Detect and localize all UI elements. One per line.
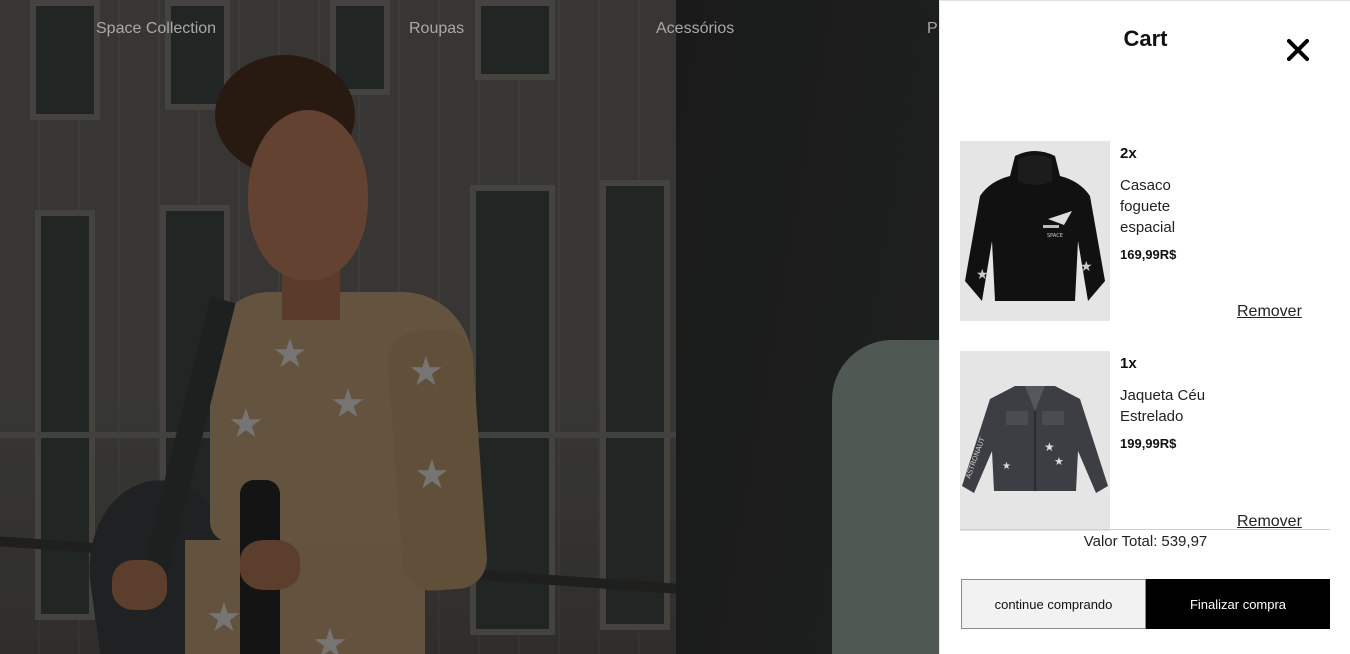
remove-item-button[interactable]: Remover: [1237, 303, 1302, 321]
svg-text:★: ★: [1002, 461, 1011, 472]
continue-shopping-button[interactable]: continue comprando: [961, 579, 1146, 629]
svg-text:★: ★: [976, 267, 989, 283]
jacket-image: ASTRONAUT ★ ★ ★: [962, 386, 1108, 493]
product-image-hoodie[interactable]: SPACE ★ ★: [960, 141, 1110, 321]
cart-item: ASTRONAUT ★ ★ ★ 1x Jaqueta Céu Estrelado…: [960, 351, 1330, 531]
hoodie-print-label: SPACE: [1047, 233, 1063, 239]
total-label: Valor Total:: [1083, 533, 1158, 550]
item-name: Casaco foguete espacial: [1120, 177, 1176, 236]
hoodie-image: SPACE ★ ★: [965, 151, 1105, 301]
cart-item: SPACE ★ ★ 2x Casaco foguete espacial 169…: [960, 141, 1330, 321]
item-quantity: 1x: [1120, 355, 1137, 372]
item-price: 169,99R$: [1120, 247, 1177, 262]
product-image-jacket[interactable]: ASTRONAUT ★ ★ ★: [960, 351, 1110, 531]
nav-link-roupas[interactable]: Roupas: [409, 20, 464, 38]
item-quantity: 2x: [1120, 145, 1137, 162]
cart-total: Valor Total: 539,97: [940, 533, 1350, 550]
svg-text:★: ★: [1080, 259, 1093, 275]
nav-link-partial[interactable]: P: [927, 20, 938, 38]
cart-panel: Cart SPACE ★ ★ 2x Casaco foguete espacia…: [939, 0, 1350, 654]
nav-link-space-collection[interactable]: Space Collection: [96, 20, 216, 38]
cart-divider: [960, 529, 1330, 530]
nav-link-acessorios[interactable]: Acessórios: [656, 20, 734, 38]
item-price: 199,99R$: [1120, 436, 1177, 451]
total-value: 539,97: [1161, 533, 1208, 550]
close-cart-button[interactable]: [1287, 37, 1313, 63]
svg-text:★: ★: [1044, 440, 1055, 454]
svg-text:★: ★: [1054, 455, 1064, 468]
item-name: Jaqueta Céu Estrelado: [1120, 387, 1206, 425]
close-icon: [1287, 39, 1309, 61]
checkout-button[interactable]: Finalizar compra: [1146, 579, 1330, 629]
